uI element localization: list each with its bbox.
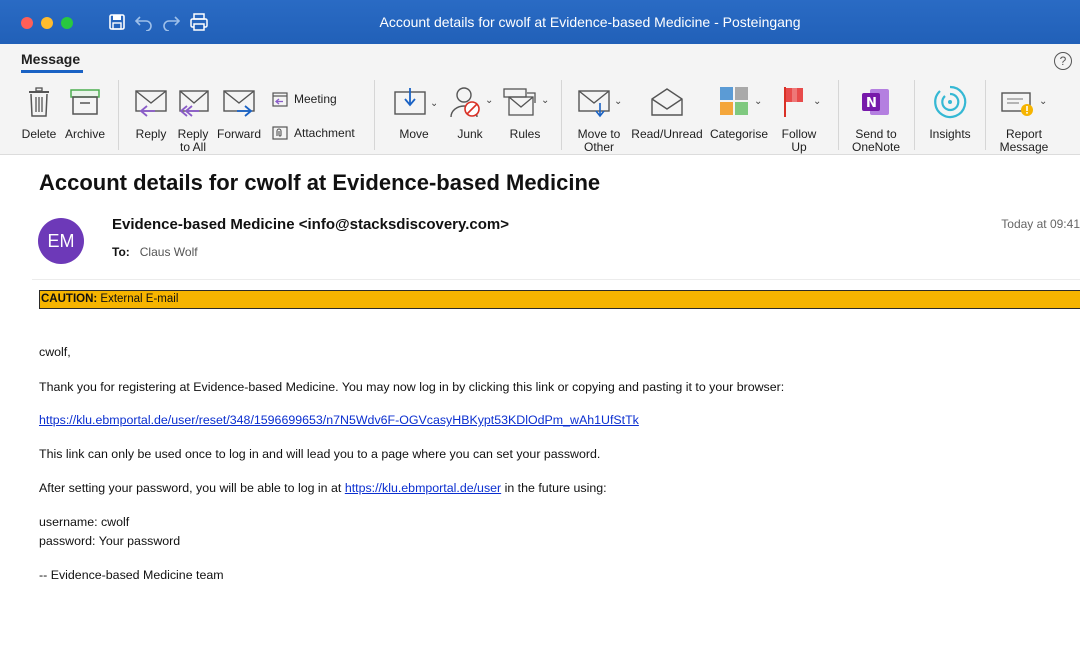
forward-icon — [221, 82, 257, 122]
report-message-icon: ⌄ — [999, 82, 1049, 122]
archive-button[interactable]: Archive — [63, 82, 107, 141]
flag-icon: ⌄ — [777, 82, 821, 122]
caution-banner: CAUTION: External E-mail — [39, 290, 1080, 309]
insights-button[interactable]: Insights — [924, 82, 976, 141]
avatar: EM — [38, 218, 84, 264]
ribbon-separator — [838, 80, 839, 150]
move-button[interactable]: ⌄ Move — [391, 82, 437, 141]
save-icon[interactable] — [106, 11, 128, 33]
body-greeting: cwolf, — [39, 345, 71, 359]
move-to-folder-icon: ⌄ — [392, 82, 436, 122]
caution-text: External E-mail — [97, 293, 179, 305]
send-to-onenote-button[interactable]: N Send to OneNote — [850, 82, 902, 154]
svg-text:⌄: ⌄ — [1039, 96, 1047, 107]
window-title: Account details for cwolf at Evidence-ba… — [379, 14, 801, 30]
rules-icon: ⌄ — [501, 82, 549, 122]
recipient-name[interactable]: Claus Wolf — [140, 245, 198, 259]
reset-link-line: https://klu.ebmportal.de/user/reset/348/… — [39, 413, 639, 427]
calendar-reply-icon — [272, 91, 288, 107]
ribbon-separator — [914, 80, 915, 150]
recipients-line: To: Claus Wolf — [112, 245, 198, 259]
to-label: To: — [112, 245, 130, 259]
read-unread-button[interactable]: Read/Unread — [630, 82, 704, 141]
svg-text:N: N — [866, 96, 877, 111]
reply-all-icon — [175, 82, 211, 122]
follow-up-button[interactable]: ⌄ Follow Up — [777, 82, 821, 154]
username-line: username: cwolf — [39, 515, 130, 529]
categories-icon: ⌄ — [714, 82, 764, 122]
message-subject: Account details for cwolf at Evidence-ba… — [39, 170, 601, 195]
signoff: -- Evidence-based Medicine team — [39, 568, 224, 582]
caution-label: CAUTION: — [41, 293, 98, 305]
ribbon-separator — [118, 80, 119, 150]
onenote-icon: N — [860, 82, 892, 122]
ribbon: Message ? Delete Archive Reply Reply to … — [0, 44, 1080, 155]
ribbon-separator — [985, 80, 986, 150]
rules-button[interactable]: ⌄ Rules — [500, 82, 550, 141]
zoom-window-button[interactable] — [61, 17, 73, 29]
delete-button[interactable]: Delete — [21, 82, 57, 141]
help-icon[interactable]: ? — [1054, 52, 1072, 70]
login-link[interactable]: https://klu.ebmportal.de/user — [345, 481, 501, 495]
forward-button[interactable]: Forward — [216, 82, 262, 141]
reply-icon — [133, 82, 169, 122]
minimize-window-button[interactable] — [41, 17, 53, 29]
password-line: password: Your password — [39, 534, 181, 548]
move-to-other-icon: ⌄ — [576, 82, 622, 122]
header-divider — [32, 279, 1080, 280]
received-date: Today at 09:41 — [1001, 217, 1080, 231]
meeting-button[interactable]: Meeting — [272, 91, 337, 107]
archive-icon — [69, 82, 101, 122]
svg-text:⌄: ⌄ — [614, 96, 622, 107]
attachment-button[interactable]: Attachment — [272, 126, 355, 140]
open-envelope-icon — [650, 82, 684, 122]
tab-underline — [21, 70, 83, 73]
close-window-button[interactable] — [21, 17, 33, 29]
attachment-icon — [272, 126, 288, 140]
reply-all-button[interactable]: Reply to All — [174, 82, 212, 154]
ribbon-separator — [374, 80, 375, 150]
ribbon-separator — [561, 80, 562, 150]
svg-text:⌄: ⌄ — [430, 98, 436, 109]
svg-text:⌄: ⌄ — [485, 95, 492, 106]
body-paragraph: This link can only be used once to log i… — [39, 447, 601, 461]
svg-text:⌄: ⌄ — [813, 96, 821, 107]
title-bar: Account details for cwolf at Evidence-ba… — [0, 0, 1080, 44]
svg-text:⌄: ⌄ — [754, 96, 762, 107]
junk-button[interactable]: ⌄ Junk — [447, 82, 493, 141]
move-to-other-button[interactable]: ⌄ Move to Other — [575, 82, 623, 154]
categorise-button[interactable]: ⌄ Categorise — [709, 82, 769, 141]
avatar-initials: EM — [47, 230, 75, 251]
body-paragraph: Thank you for registering at Evidence-ba… — [39, 380, 785, 394]
trash-icon — [27, 82, 51, 122]
svg-text:⌄: ⌄ — [541, 95, 549, 106]
insights-icon — [932, 82, 968, 122]
tab-message[interactable]: Message — [21, 51, 80, 67]
junk-icon: ⌄ — [448, 82, 492, 122]
sender[interactable]: Evidence-based Medicine <info@stacksdisc… — [112, 216, 509, 233]
report-message-button[interactable]: ⌄ Report Message — [996, 82, 1052, 154]
reset-link[interactable]: https://klu.ebmportal.de/user/reset/348/… — [39, 413, 639, 427]
redo-icon[interactable] — [160, 11, 182, 33]
login-paragraph: After setting your password, you will be… — [39, 481, 607, 495]
undo-icon[interactable] — [133, 11, 155, 33]
reply-button[interactable]: Reply — [132, 82, 170, 141]
